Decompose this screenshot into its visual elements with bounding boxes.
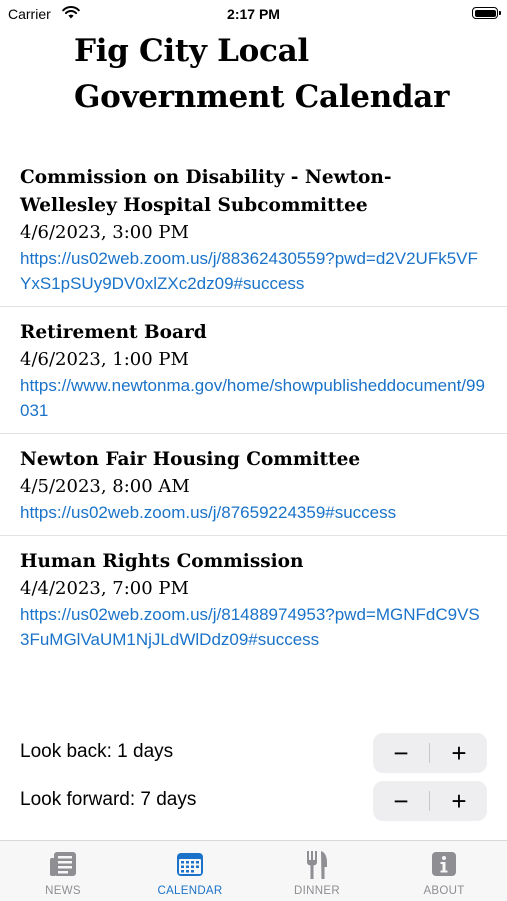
event-link[interactable]: https://us02web.zoom.us/j/87659224359#su…: [20, 500, 487, 525]
look-forward-decrement-button[interactable]: −: [373, 781, 429, 821]
look-back-stepper: − +: [373, 733, 487, 773]
clock: 2:17 PM: [227, 6, 280, 22]
tab-bar: NEWS CALENDAR DINNER ABOUT: [0, 840, 507, 901]
fork-knife-icon: [307, 851, 327, 879]
look-back-increment-button[interactable]: +: [431, 733, 487, 773]
tab-label: CALENDAR: [157, 885, 223, 897]
event-item: Newton Fair Housing Committee 4/5/2023, …: [0, 434, 507, 536]
event-title: Human Rights Commission: [20, 551, 304, 572]
look-forward-label: Look forward: 7 days: [20, 789, 197, 810]
event-item: Human Rights Commission 4/4/2023, 7:00 P…: [0, 536, 507, 662]
tab-about[interactable]: ABOUT: [381, 841, 507, 901]
event-title: Commission on Disability - Newton-Welles…: [20, 167, 392, 216]
stepper-divider: [429, 743, 430, 763]
event-item: Retirement Board 4/6/2023, 1:00 PM https…: [0, 307, 507, 434]
event-date: 4/6/2023, 3:00 PM: [20, 222, 189, 243]
event-title: Newton Fair Housing Committee: [20, 449, 361, 470]
event-link[interactable]: https://us02web.zoom.us/j/81488974953?pw…: [20, 602, 487, 652]
event-date: 4/6/2023, 1:00 PM: [20, 349, 189, 370]
tab-calendar[interactable]: CALENDAR: [127, 841, 253, 901]
stepper-divider: [429, 791, 430, 811]
tab-news[interactable]: NEWS: [0, 841, 126, 901]
look-forward-increment-button[interactable]: +: [431, 781, 487, 821]
tab-label: NEWS: [45, 885, 81, 897]
look-forward-stepper: − +: [373, 781, 487, 821]
event-title: Retirement Board: [20, 322, 207, 343]
newspaper-icon: [50, 852, 76, 876]
event-item: Commission on Disability - Newton-Welles…: [0, 160, 507, 307]
calendar-icon: [177, 853, 203, 876]
look-back-decrement-button[interactable]: −: [373, 733, 429, 773]
page-title: Fig City Local Government Calendar: [74, 33, 450, 115]
event-date: 4/4/2023, 7:00 PM: [20, 578, 189, 599]
event-link[interactable]: https://www.newtonma.gov/home/showpublis…: [20, 373, 487, 423]
look-back-control: Look back: 1 days − +: [0, 733, 507, 773]
tab-label: ABOUT: [423, 885, 465, 897]
event-list: Commission on Disability - Newton-Welles…: [0, 160, 507, 662]
status-bar: Carrier 2:17 PM: [0, 0, 507, 28]
event-date: 4/5/2023, 8:00 AM: [20, 476, 190, 497]
look-forward-control: Look forward: 7 days − +: [0, 781, 507, 821]
tab-label: DINNER: [294, 885, 340, 897]
tab-dinner[interactable]: DINNER: [254, 841, 380, 901]
info-icon: [432, 852, 456, 876]
battery-icon: [472, 7, 501, 19]
look-back-label: Look back: 1 days: [20, 741, 174, 762]
event-link[interactable]: https://us02web.zoom.us/j/88362430559?pw…: [20, 246, 487, 296]
